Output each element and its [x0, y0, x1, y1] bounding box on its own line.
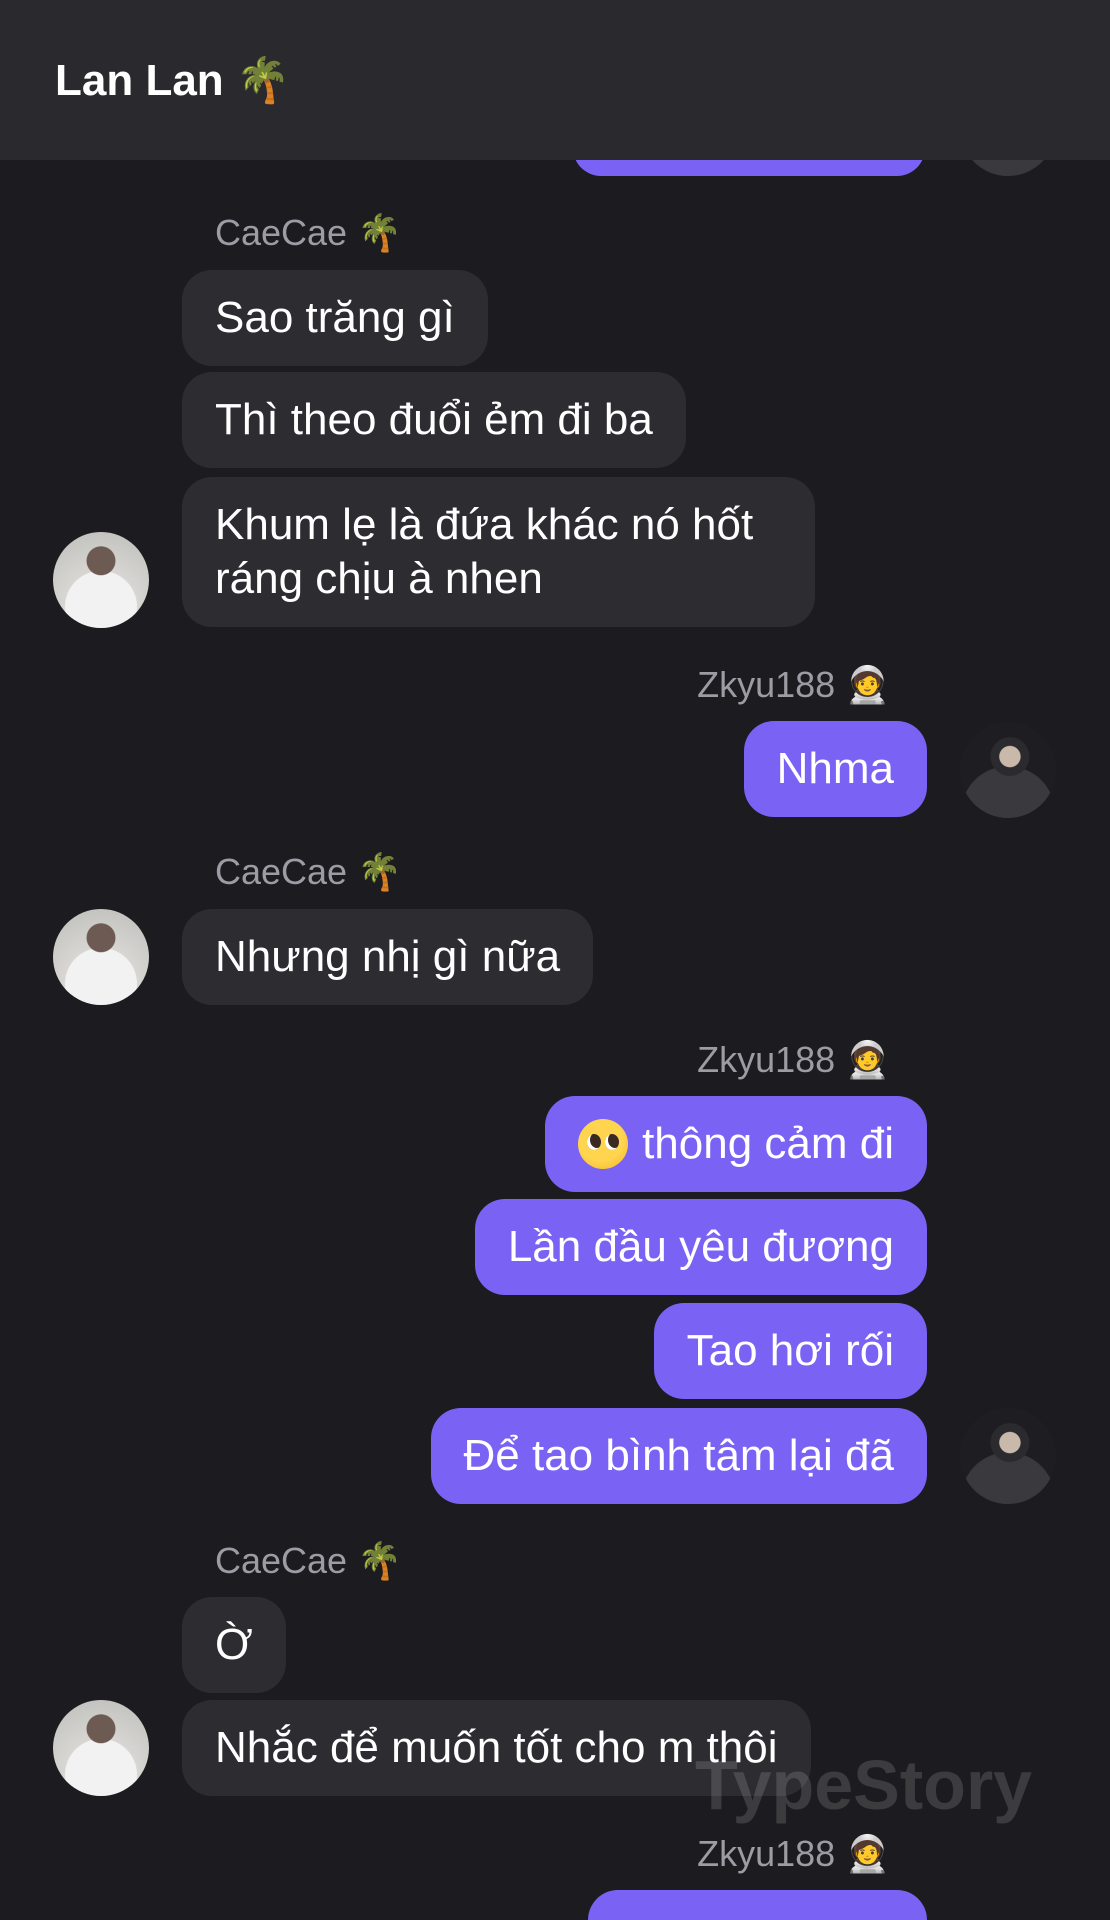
sender-name: Zkyu188 🧑‍🚀 [697, 1833, 890, 1874]
message-text: Khum lẹ là đứa khác nó hốt ráng chịu à n… [215, 500, 754, 603]
message-bubble-outgoing[interactable]: thông cảm đi [545, 1096, 927, 1192]
message-text: Nhắc để muốn tốt cho m thôi [215, 1723, 778, 1772]
message-bubble-outgoing[interactable]: Tao hơi rối [653, 1303, 927, 1399]
message-text: Nhưng nhị gì nữa [215, 932, 561, 981]
avatar-caecae[interactable] [53, 1700, 149, 1796]
message-text: Ờ [215, 1620, 253, 1669]
message-bubble-outgoing[interactable]: Lần đầu yêu đương [474, 1199, 927, 1295]
chat-screen: Lan Lan 🌴 CaeCae 🌴 Sao trăng gì Thì theo… [0, 0, 1110, 1920]
avatar-caecae[interactable] [53, 909, 149, 1005]
sender-name: CaeCae 🌴 [215, 212, 402, 253]
avatar-zkyu[interactable] [960, 722, 1056, 818]
pleading-face-icon [578, 1119, 629, 1169]
message-text: Tao hơi rối [686, 1326, 894, 1375]
message-bubble-outgoing[interactable]: Nhma [743, 721, 927, 817]
message-bubble-incoming[interactable]: Nhưng nhị gì nữa [182, 909, 594, 1005]
message-text: Để tao bình tâm lại đã [463, 1431, 894, 1480]
sender-name: CaeCae 🌴 [215, 1540, 402, 1581]
message-text: thông cảm đi [642, 1119, 894, 1168]
watermark: TypeStory [695, 1746, 1033, 1824]
sender-name: Zkyu188 🧑‍🚀 [697, 1039, 890, 1080]
message-bubble-outgoing-partial[interactable] [588, 1890, 927, 1920]
message-bubble-incoming[interactable]: Sao trăng gì [182, 270, 488, 366]
chat-title[interactable]: Lan Lan 🌴 [55, 54, 291, 106]
message-text: Nhma [776, 744, 894, 793]
avatar-zkyu[interactable] [960, 1408, 1056, 1504]
avatar-caecae[interactable] [53, 532, 149, 628]
message-text: Lần đầu yêu đương [507, 1222, 894, 1271]
message-bubble-incoming[interactable]: Thì theo đuổi ẻm đi ba [182, 372, 686, 468]
sender-name: Zkyu188 🧑‍🚀 [697, 664, 890, 705]
sender-name: CaeCae 🌴 [215, 851, 402, 892]
message-bubble-outgoing[interactable]: Để tao bình tâm lại đã [430, 1408, 927, 1504]
message-text: Thì theo đuổi ẻm đi ba [215, 395, 653, 444]
message-bubble-incoming[interactable]: Khum lẹ là đứa khác nó hốt ráng chịu à n… [182, 477, 815, 627]
message-text: Sao trăng gì [215, 293, 455, 342]
chat-header: Lan Lan 🌴 [0, 0, 1110, 160]
message-bubble-incoming[interactable]: Ờ [182, 1597, 286, 1693]
